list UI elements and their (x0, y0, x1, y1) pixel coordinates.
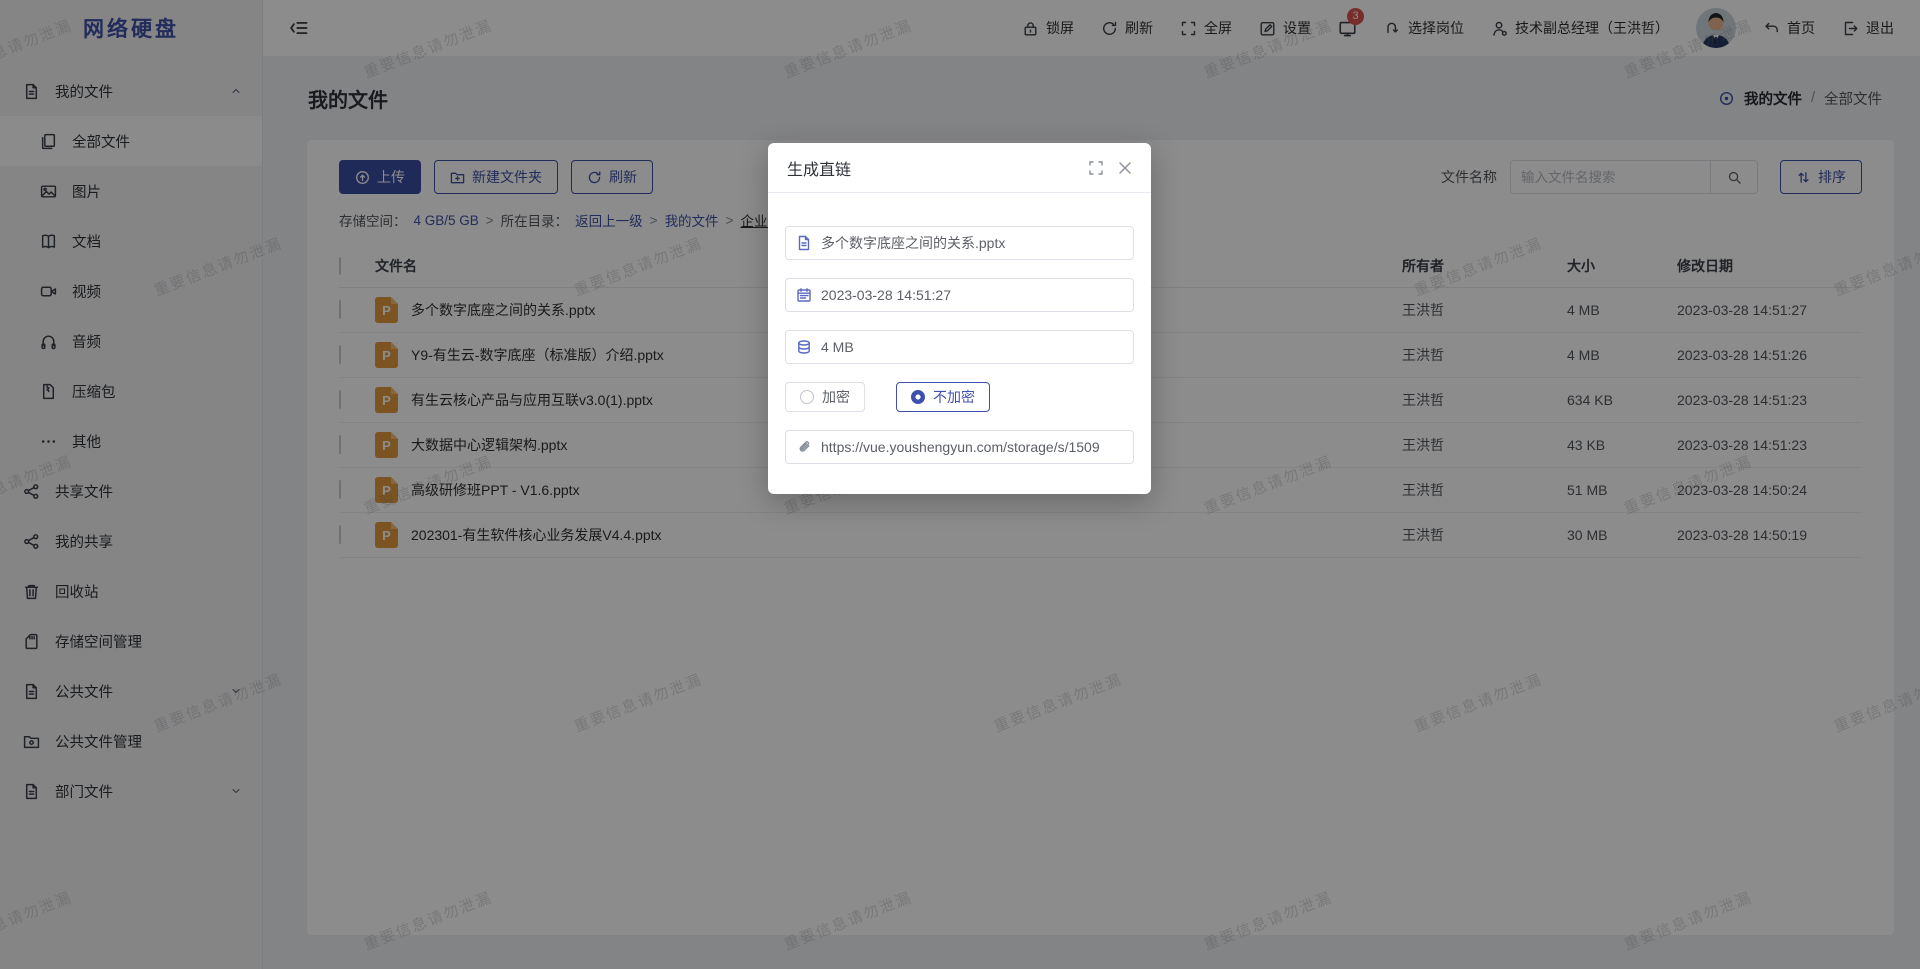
database-icon (796, 339, 812, 355)
link-file-name-field[interactable]: 多个数字底座之间的关系.pptx (785, 226, 1134, 260)
radio-off-icon (800, 390, 814, 404)
link-size-field[interactable]: 4 MB (785, 330, 1134, 364)
radio-on-icon (911, 390, 925, 404)
paperclip-icon (796, 439, 812, 455)
file-icon (796, 235, 812, 251)
dialog-body: 多个数字底座之间的关系.pptx 2023-03-28 14:51:27 4 M… (768, 193, 1151, 464)
calendar-icon (796, 287, 812, 303)
dialog-title: 生成直链 (787, 156, 851, 180)
link-date-field[interactable]: 2023-03-28 14:51:27 (785, 278, 1134, 312)
close-dialog-icon[interactable] (1118, 161, 1132, 175)
no-encrypt-radio[interactable]: 不加密 (896, 382, 990, 412)
dialog-header: 生成直链 (768, 143, 1151, 193)
direct-link-field[interactable]: https://vue.youshengyun.com/storage/s/15… (785, 430, 1134, 464)
generate-link-dialog: 生成直链 多个数字底座之间的关系.pptx 2023-03-28 14:51:2… (768, 143, 1151, 494)
encryption-options: 加密 不加密 (785, 382, 1134, 412)
maximize-dialog-icon[interactable] (1089, 161, 1103, 175)
encrypt-radio[interactable]: 加密 (785, 382, 865, 412)
